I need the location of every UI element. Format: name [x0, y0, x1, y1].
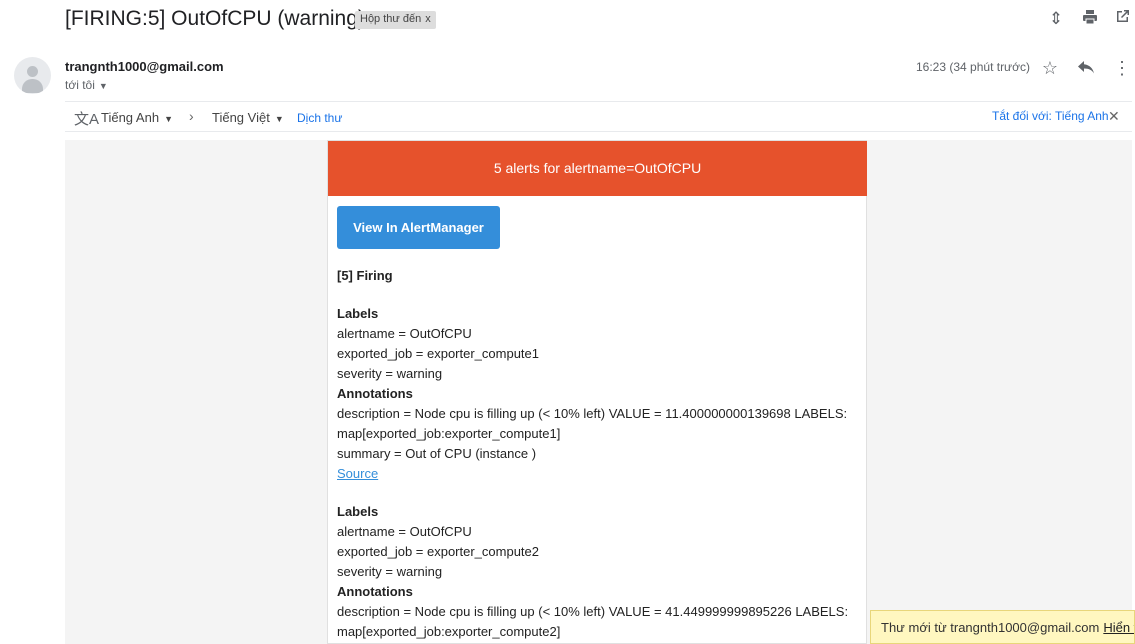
inbox-label-chip[interactable]: Hộp thư đến x: [355, 11, 436, 29]
annotation-description: description = Node cpu is filling up (< …: [337, 406, 848, 441]
labels-title: Labels: [337, 504, 379, 519]
alert-email-card: 5 alerts for alertname=OutOfCPU View In …: [327, 140, 867, 644]
source-language-dropdown[interactable]: Tiếng Anh ▼: [101, 110, 173, 125]
translate-icon: 文A: [74, 111, 100, 128]
source-link[interactable]: Source: [337, 466, 378, 481]
label-severity: severity = warning: [337, 564, 443, 579]
inbox-label-text: Hộp thư đến: [360, 13, 422, 25]
annotations-title: Annotations: [337, 584, 413, 599]
chevron-down-icon: ▼: [164, 114, 173, 124]
print-icon[interactable]: [1080, 9, 1100, 29]
close-icon[interactable]: ✕: [1108, 108, 1120, 125]
sender-avatar: [14, 57, 51, 94]
recipient-dropdown[interactable]: tới tôi ▼: [65, 78, 108, 92]
label-exported-job: exported_job = exporter_compute2: [337, 544, 539, 559]
email-timestamp: 16:23 (34 phút trước): [916, 60, 1030, 74]
alert-banner: 5 alerts for alertname=OutOfCPU: [328, 141, 867, 196]
reply-icon[interactable]: [1075, 57, 1097, 79]
email-subject: [FIRING:5] OutOfCPU (warning): [65, 7, 365, 30]
collapse-icon[interactable]: ⇕: [1046, 9, 1066, 29]
translate-bar: 文A Tiếng Anh ▼ › Tiếng Việt ▼ Dịch thư Tắt…: [65, 101, 1132, 132]
alert-content: [5] Firing Labels alertname = OutOfCPU e…: [337, 266, 857, 642]
sender-email[interactable]: trangnth1000@gmail.com: [65, 59, 224, 74]
open-new-window-icon[interactable]: [1112, 9, 1132, 29]
remove-label-icon[interactable]: x: [425, 13, 431, 25]
target-language-dropdown[interactable]: Tiếng Việt ▼: [212, 110, 284, 125]
translate-message-link[interactable]: Dịch thư: [297, 111, 342, 125]
label-alertname: alertname = OutOfCPU: [337, 524, 472, 539]
firing-title: [5] Firing: [337, 268, 393, 283]
label-alertname: alertname = OutOfCPU: [337, 326, 472, 341]
new-mail-toast: Thư mới từ trangnth1000@gmail.comHiển th: [870, 610, 1135, 644]
toast-text: Thư mới từ trangnth1000@gmail.com: [881, 620, 1100, 635]
chevron-down-icon: ▼: [98, 81, 108, 91]
chevron-down-icon: ▼: [274, 114, 284, 124]
recipient-label: tới tôi: [65, 78, 95, 92]
source-language-label: Tiếng Anh: [101, 110, 160, 125]
target-language-label: Tiếng Việt: [212, 110, 270, 125]
annotation-summary: summary = Out of CPU (instance ): [337, 446, 537, 461]
toast-show-link[interactable]: Hiển th: [1103, 620, 1134, 635]
star-icon[interactable]: ☆: [1039, 57, 1061, 79]
view-in-alertmanager-button[interactable]: View In AlertManager: [337, 206, 500, 249]
label-severity: severity = warning: [337, 366, 443, 381]
subject-bar: [FIRING:5] OutOfCPU (warning) Hộp thư đế…: [0, 0, 1135, 42]
chevron-right-icon: ›: [189, 108, 194, 124]
label-exported-job: exported_job = exporter_compute1: [337, 346, 539, 361]
turn-off-translation-link[interactable]: Tắt đối với: Tiếng Anh: [992, 109, 1109, 123]
annotation-description: description = Node cpu is filling up (< …: [337, 604, 849, 639]
annotations-title: Annotations: [337, 386, 413, 401]
labels-title: Labels: [337, 306, 379, 321]
more-vert-icon[interactable]: ⋮: [1111, 57, 1133, 79]
